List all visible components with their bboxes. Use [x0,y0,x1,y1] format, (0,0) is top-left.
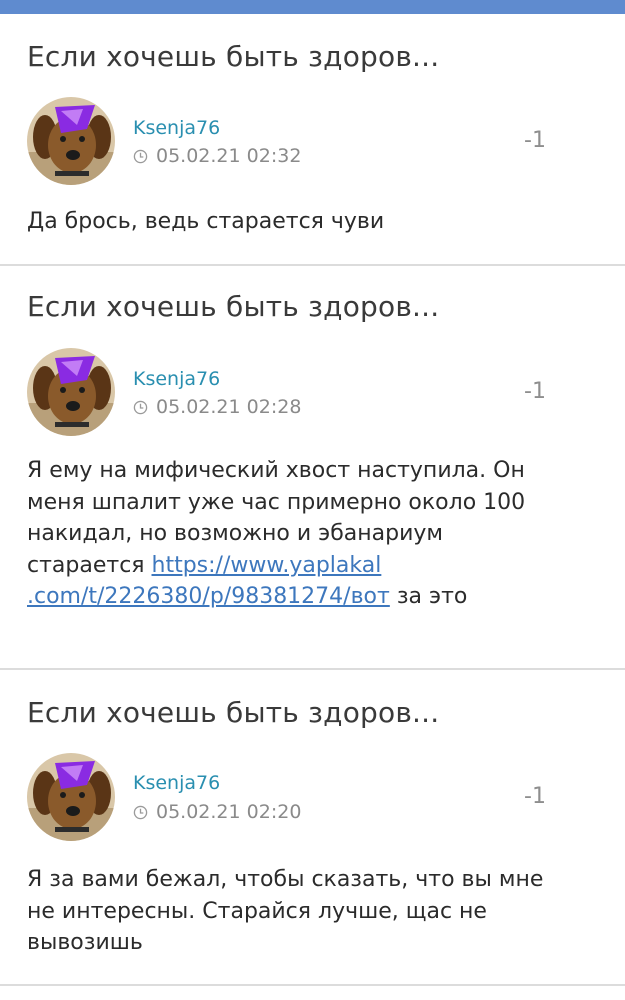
clock-icon [133,149,148,163]
post-text-tail: за это [389,584,468,609]
post-title[interactable]: Если хочешь быть здоров... [27,290,439,323]
post-card[interactable]: Если хочешь быть здоров... Ksenja76 05.0… [0,266,625,670]
post-meta: 05.02.21 02:20 [133,801,301,823]
top-app-bar [0,0,625,14]
author-name[interactable]: Ksenja76 [133,772,220,794]
avatar[interactable] [27,753,115,841]
post-title[interactable]: Если хочешь быть здоров... [27,40,439,73]
post-rating[interactable]: -1 [524,784,546,809]
dog-avatar-image [27,348,115,436]
post-datetime: 05.02.21 02:20 [156,801,302,823]
avatar[interactable] [27,348,115,436]
post-rating[interactable]: -1 [524,128,546,153]
post-rating[interactable]: -1 [524,379,546,404]
post-meta: 05.02.21 02:28 [133,396,301,418]
avatar[interactable] [27,97,115,185]
post-text: Да брось, ведь старается чуви [27,209,385,234]
post-card[interactable]: Если хочешь быть здоров... Ksenja76 05.0… [0,670,625,986]
dog-avatar-image [27,753,115,841]
post-body: Да брось, ведь старается чуви [27,206,567,238]
post-text: Я за вами бежал, чтобы сказать, что вы м… [27,867,544,955]
post-meta: 05.02.21 02:32 [133,145,301,167]
clock-icon [133,805,148,819]
post-datetime: 05.02.21 02:28 [156,396,302,418]
post-title[interactable]: Если хочешь быть здоров... [27,696,439,729]
post-body: Я ему на мифический хвост наступила. Он … [27,455,547,613]
post-card[interactable]: Если хочешь быть здоров... Ksenja76 05.0… [0,14,625,266]
post-body: Я за вами бежал, чтобы сказать, что вы м… [27,864,567,959]
post-datetime: 05.02.21 02:32 [156,145,302,167]
clock-icon [133,400,148,414]
author-name[interactable]: Ksenja76 [133,368,220,390]
dog-avatar-image [27,97,115,185]
author-name[interactable]: Ksenja76 [133,117,220,139]
